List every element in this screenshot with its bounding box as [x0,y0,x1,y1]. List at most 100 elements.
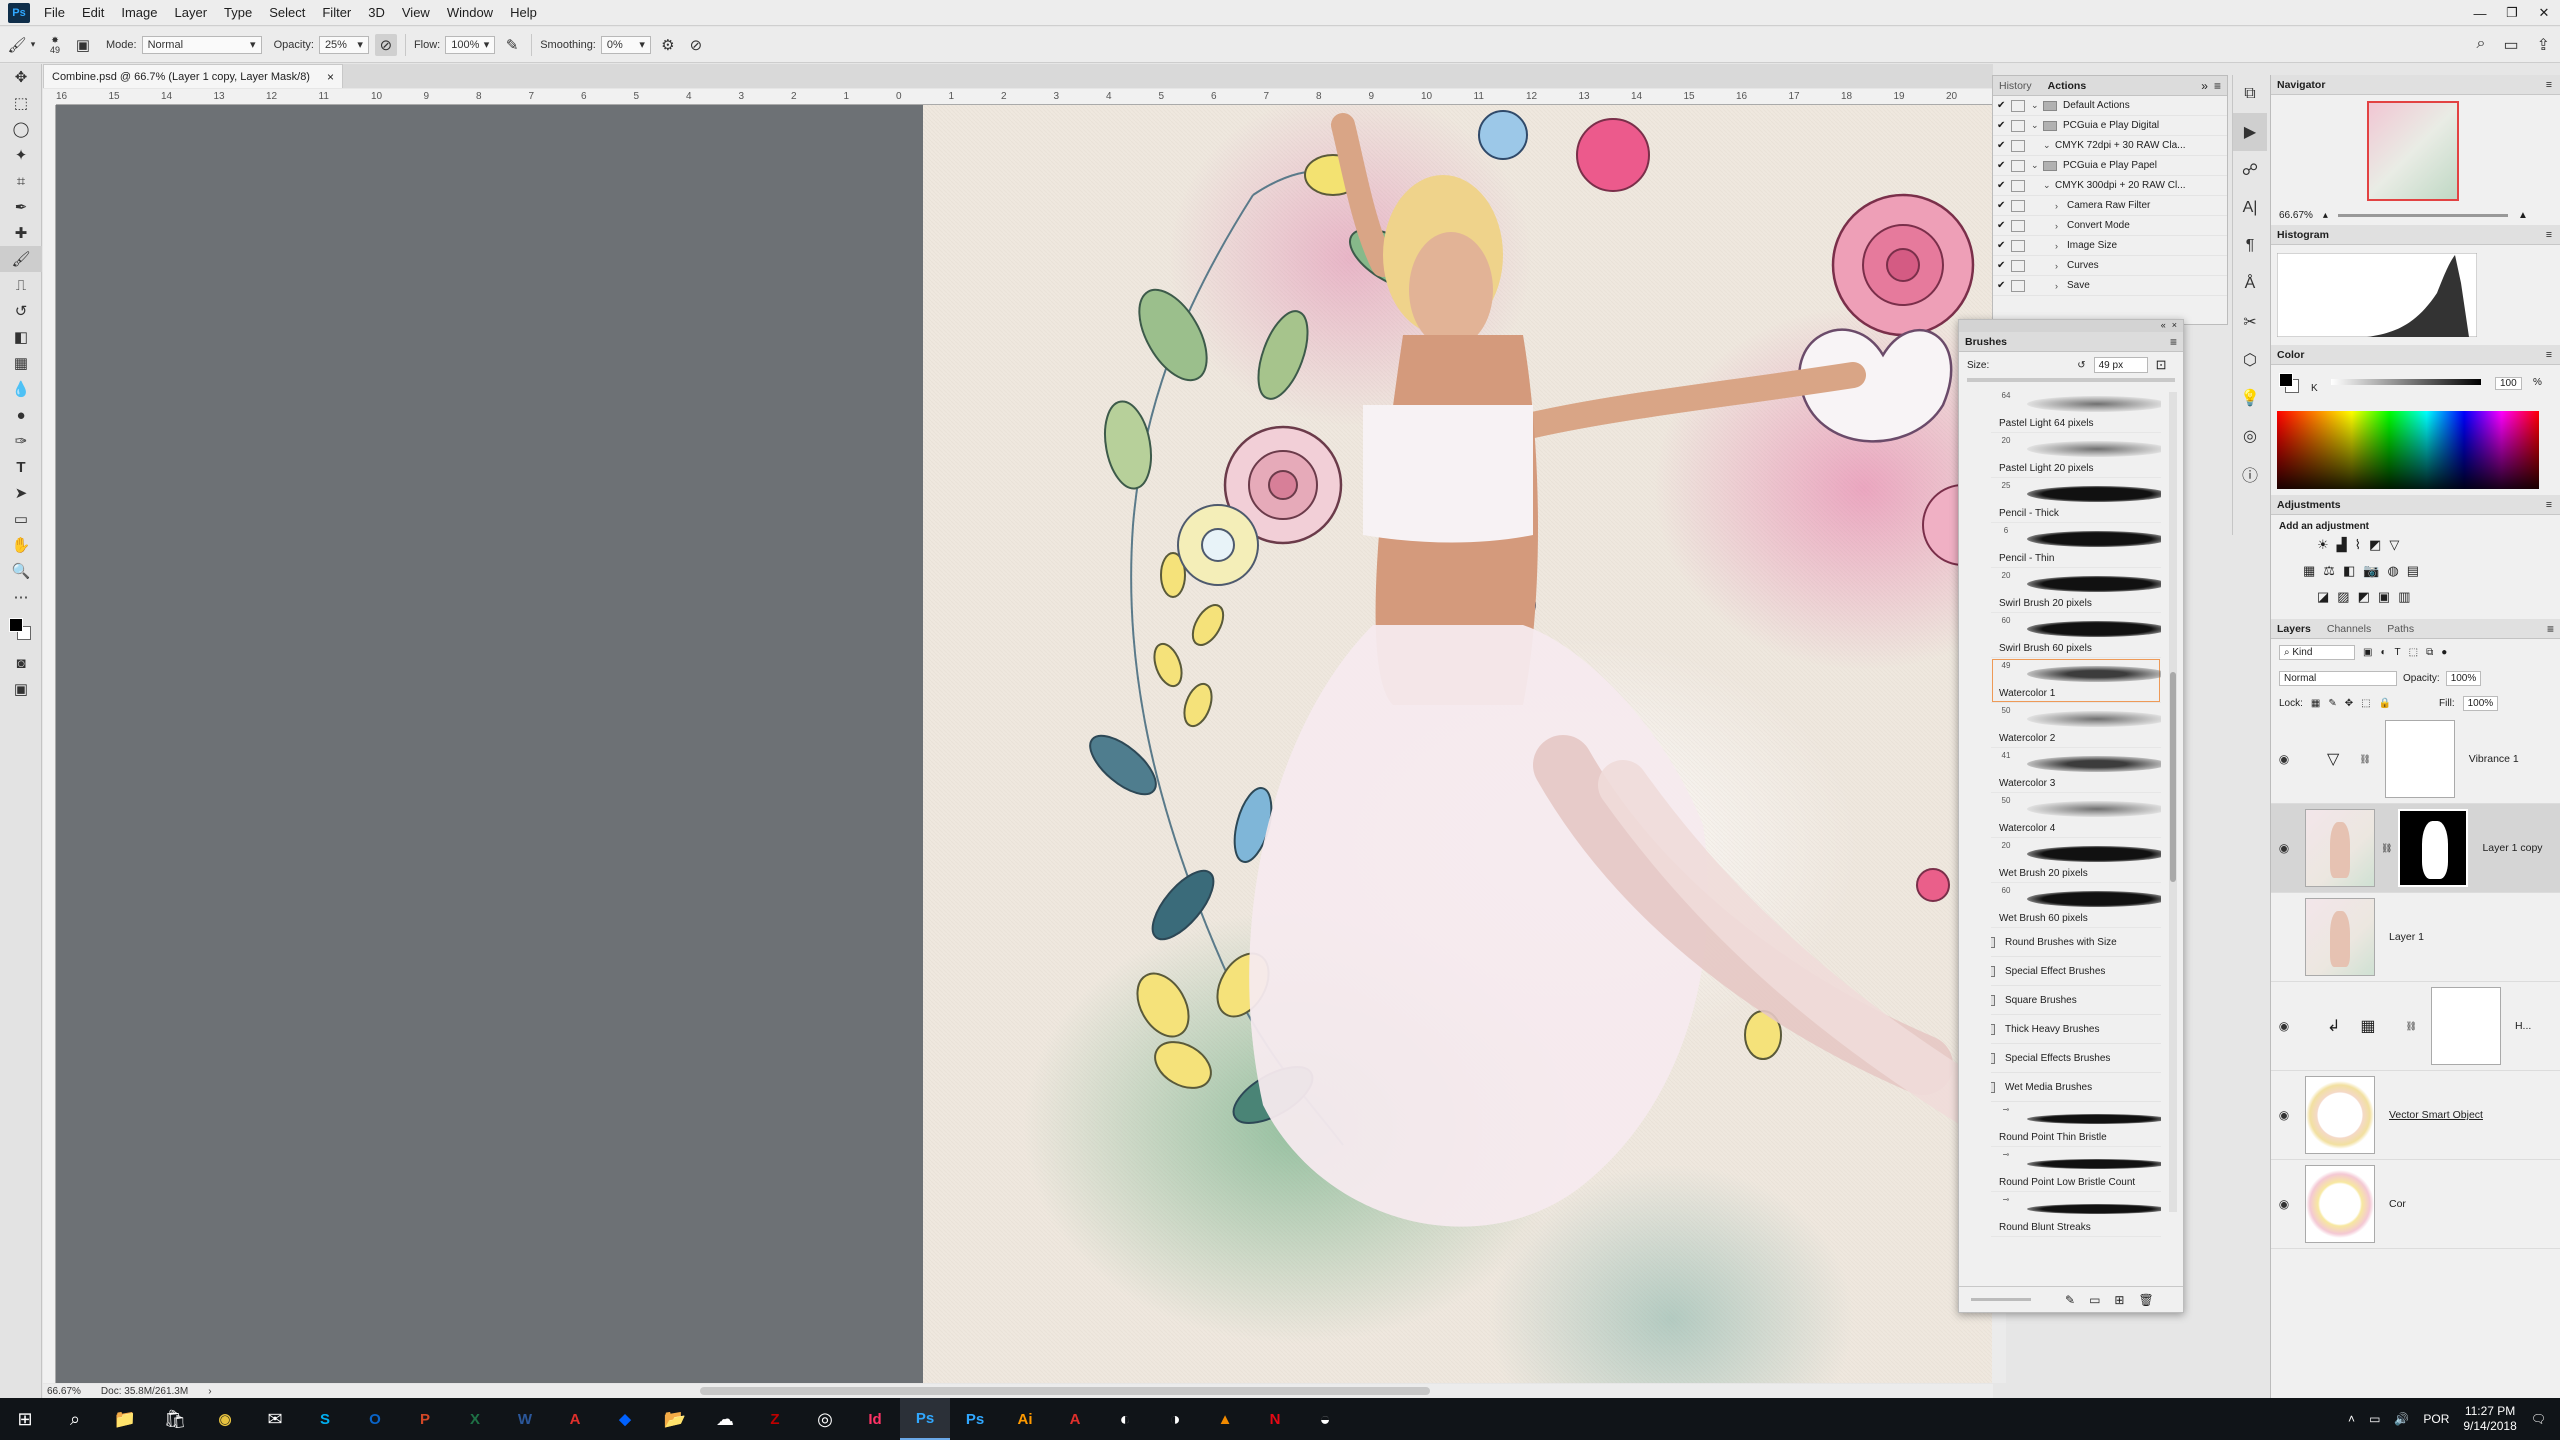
acrobat-icon[interactable]: A [550,1398,600,1440]
layer-row[interactable]: ◉ ↲ ▦ ⛓ H... [2271,982,2560,1071]
link-icon[interactable]: ⛓ [2406,1021,2417,1032]
brush-preset[interactable]: ⊸ Round Point Low Bristle Count [1991,1147,2161,1192]
checkmark-icon[interactable]: ✔ [1997,140,2011,151]
channel-mixer-icon[interactable]: ◍ [2387,563,2398,579]
brush-preset[interactable]: 50 Watercolor 4 [1991,793,2161,838]
menu-view[interactable]: View [402,5,430,20]
brush-preset[interactable]: 60 Wet Brush 60 pixels [1991,883,2161,928]
color-swatches-icon[interactable] [0,610,42,650]
minimize-button[interactable]: — [2464,0,2496,26]
dropbox-icon[interactable]: ◆ [600,1398,650,1440]
menu-select[interactable]: Select [269,5,305,20]
illustrator-icon[interactable]: Ai [1000,1398,1050,1440]
start-icon[interactable]: ⊞ [0,1398,50,1440]
dialog-toggle[interactable] [2011,219,2025,232]
link-icon[interactable]: ⛓ [2381,843,2392,854]
layer-name[interactable]: Vibrance 1 [2469,753,2519,765]
photoshop-icon[interactable]: Ps [900,1398,950,1440]
lock-position-icon[interactable]: ✥ [2345,698,2353,709]
menu-filter[interactable]: Filter [322,5,351,20]
layer-thumbnail[interactable] [2305,898,2375,976]
doc-size-readout[interactable]: Doc: 35.8M/261.3M [101,1386,188,1397]
action-row[interactable]: ✔ › Image Size [1993,236,2227,256]
checkmark-icon[interactable]: ✔ [1997,120,2011,131]
layer-row[interactable]: ◉ ▽ ⛓ Vibrance 1 [2271,715,2560,804]
obs-icon[interactable]: ◎ [800,1398,850,1440]
brush-group[interactable]: ›Special Effect Brushes [1991,957,2161,986]
steam-icon[interactable]: ◐ [1100,1398,1150,1440]
tab-paths[interactable]: Paths [2387,623,2414,635]
posterize-icon[interactable]: ▨ [2337,589,2349,605]
brush-group[interactable]: ›Round Brushes with Size [1991,928,2161,957]
dialog-toggle[interactable] [2011,159,2025,172]
chevron-down-icon[interactable]: ⌄ [2043,180,2055,191]
search-icon[interactable]: ⌕ [2477,35,2486,55]
black-white-icon[interactable]: ◧ [2343,563,2355,579]
libraries-panel-icon[interactable]: ☍ [2233,151,2267,189]
lock-pixels-icon[interactable]: ✎ [2328,698,2336,709]
brush-preset[interactable]: 41 Watercolor 3 [1991,748,2161,793]
navigator-thumbnail[interactable] [2367,101,2459,201]
zoom-in-icon[interactable]: ▲ [2518,210,2528,221]
smart-filter-icon[interactable]: ⧉ [2426,647,2433,658]
brush-preset[interactable]: 20 Swirl Brush 20 pixels [1991,568,2161,613]
brush-preset[interactable]: ⊸ Round Blunt Streaks [1991,1192,2161,1237]
adjustment-filter-icon[interactable]: ◐ [2380,647,2386,658]
vertical-ruler[interactable] [43,105,56,1383]
dialog-toggle[interactable] [2011,239,2025,252]
layer-thumbnail[interactable] [2305,1165,2375,1243]
notifications-icon[interactable]: 🗨 [2531,1412,2546,1426]
airbrush-icon[interactable]: ✎ [501,34,523,56]
smoothing-field[interactable]: 0% ▾ [600,35,651,54]
type-filter-icon[interactable]: T [2395,647,2401,658]
menu-window[interactable]: Window [447,5,493,20]
layer-filter-select[interactable]: ⌕ Kind [2279,644,2355,660]
chevron-down-icon[interactable]: ⌄ [2043,140,2055,151]
action-row[interactable]: ✔ › Curves [1993,256,2227,276]
brush-preset[interactable]: 25 Pencil - Thick [1991,478,2161,523]
mail-icon[interactable]: ✉ [250,1398,300,1440]
indesign-icon[interactable]: Id [850,1398,900,1440]
zoom-tool-icon[interactable]: 🔍 [0,558,42,584]
layer-mask-thumbnail[interactable] [2384,720,2455,798]
brush-preset[interactable]: 6 Pencil - Thin [1991,523,2161,568]
layer-name[interactable]: Cor [2389,1198,2406,1210]
move-tool-icon[interactable]: ✥ [0,64,42,90]
chevron-down-icon[interactable]: ⌄ [2031,160,2043,171]
skype-icon[interactable]: S [300,1398,350,1440]
outlook-icon[interactable]: O [350,1398,400,1440]
acrobat-reader-icon[interactable]: A [1050,1398,1100,1440]
collapse-icon[interactable]: » [2201,79,2208,93]
panel-menu-icon[interactable]: ≡ [2214,79,2221,93]
actions-panel-icon[interactable]: ▶ [2233,113,2267,151]
brush-list-scrollbar[interactable] [2169,392,2177,1212]
character-panel-icon[interactable]: A| [2233,189,2267,227]
checkmark-icon[interactable]: ✔ [1997,220,2011,231]
word-icon[interactable]: W [500,1398,550,1440]
vibrance-icon[interactable]: ▽ [2389,537,2399,553]
brush-tool-preset-icon[interactable]: 🖌 [6,34,28,56]
color-lookup-icon[interactable]: ▤ [2407,563,2419,579]
brush-size-picker[interactable]: ✸ 49 [44,34,66,56]
color-balance-icon[interactable]: ⚖ [2323,563,2335,579]
more-tools-icon[interactable]: ⋯ [0,584,42,610]
gradient-map-icon[interactable]: ▥ [2398,589,2410,605]
layer-row[interactable]: ◉ Vector Smart Object [2271,1071,2560,1160]
dialog-toggle[interactable] [2011,179,2025,192]
action-row[interactable]: ✔ ⌄ PCGuia e Play Digital [1993,116,2227,136]
zoom-out-icon[interactable]: ▴ [2323,210,2328,221]
brightness-contrast-icon[interactable]: ☀ [2317,537,2329,553]
brush-group[interactable]: ›Square Brushes [1991,986,2161,1015]
brush-preset[interactable]: 20 Wet Brush 20 pixels [1991,838,2161,883]
checkmark-icon[interactable]: ✔ [1997,260,2011,271]
chevron-right-icon[interactable]: › [2055,241,2067,251]
reset-icon[interactable]: ↺ [2077,360,2085,371]
healing-tool-icon[interactable]: ✚ [0,220,42,246]
tool-presets-icon[interactable]: ✂ [2233,303,2267,341]
close-icon[interactable]: × [327,70,334,84]
lasso-tool-icon[interactable]: ◯ [0,116,42,142]
brush-preview-slider[interactable] [1971,1298,2031,1301]
document-tab[interactable]: Combine.psd @ 66.7% (Layer 1 copy, Layer… [43,64,343,88]
zoom-readout[interactable]: 66.67% [47,1386,81,1397]
shape-filter-icon[interactable]: ⬚ [2409,647,2418,658]
